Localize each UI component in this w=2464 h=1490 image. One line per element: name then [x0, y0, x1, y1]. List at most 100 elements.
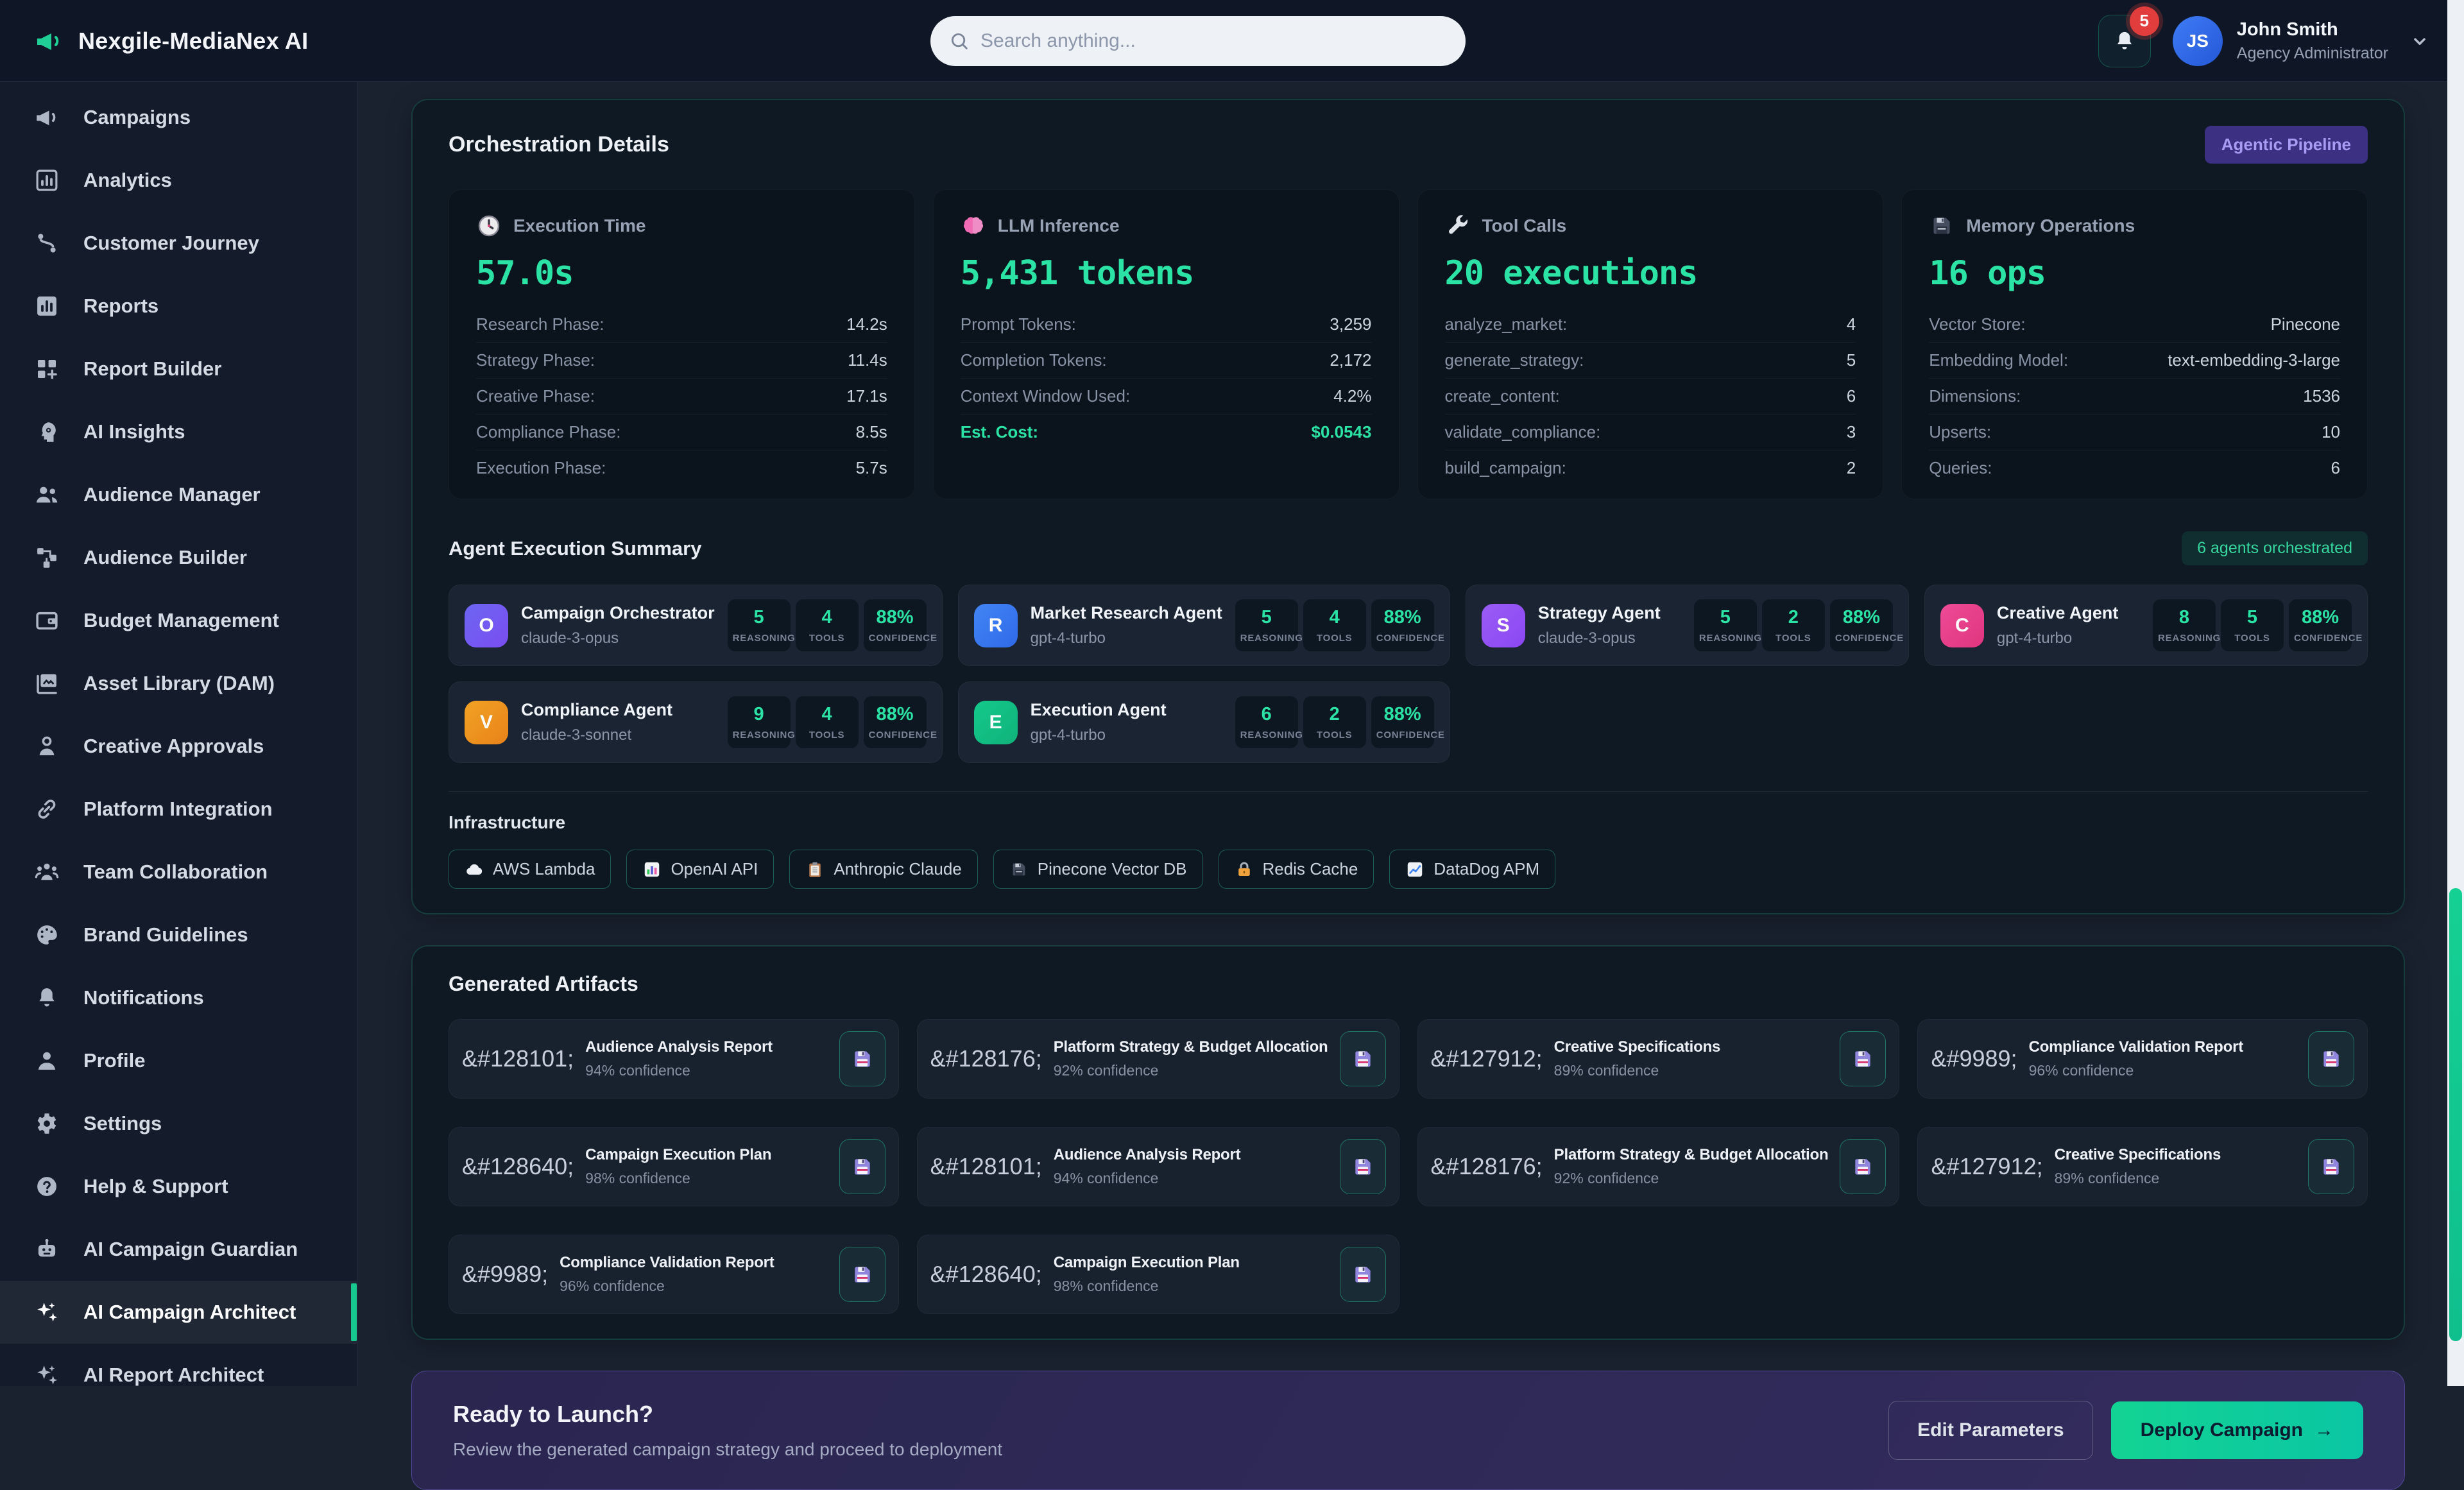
artifact-save-button[interactable]: [2308, 1031, 2354, 1086]
deploy-campaign-button[interactable]: Deploy Campaign →: [2111, 1401, 2363, 1459]
agent-initial: E: [989, 712, 1002, 733]
artifact-save-button[interactable]: [839, 1247, 886, 1302]
scrollbar-track[interactable]: [2447, 0, 2464, 1386]
megaphone-icon: [33, 26, 64, 56]
agent-stat-value: 5: [733, 607, 785, 628]
sidebar-item-help-support[interactable]: Help & Support: [0, 1155, 357, 1218]
sidebar-item-ai-campaign-architect[interactable]: AI Campaign Architect: [0, 1281, 357, 1344]
stat-card-value: 57.0s: [476, 254, 887, 293]
sidebar-item-audience-builder[interactable]: Audience Builder: [0, 526, 357, 589]
sidebar-item-team-collaboration[interactable]: Team Collaboration: [0, 841, 357, 903]
sidebar-item-profile[interactable]: Profile: [0, 1029, 357, 1092]
stat-row: Context Window Used:4.2%: [961, 379, 1372, 415]
search-input[interactable]: [980, 30, 1448, 52]
stat-row-value: 6: [1847, 386, 1856, 406]
artifact-confidence: 94% confidence: [1054, 1170, 1328, 1187]
floppy-save-icon: [1850, 1046, 1876, 1072]
deploy-campaign-label: Deploy Campaign: [2141, 1419, 2303, 1441]
artifacts-title: Generated Artifacts: [449, 972, 2368, 996]
agent-stat-value: 5: [1240, 607, 1293, 628]
launch-text: Ready to Launch? Review the generated ca…: [453, 1401, 1002, 1460]
main-content: Orchestration Details Agentic Pipeline E…: [357, 82, 2446, 1386]
artifact-glyph: &#128640;: [462, 1153, 574, 1180]
launch-subtitle: Review the generated campaign strategy a…: [453, 1439, 1002, 1460]
sidebar-item-budget-management[interactable]: Budget Management: [0, 589, 357, 652]
artifact-save-button[interactable]: [1340, 1139, 1386, 1194]
agent-stat-confidence: 88%CONFIDENCE: [864, 696, 927, 748]
sidebar-item-label: Audience Manager: [83, 483, 261, 506]
stat-row-value: 17.1s: [846, 386, 887, 406]
sidebar-item-ai-campaign-guardian[interactable]: AI Campaign Guardian: [0, 1218, 357, 1281]
sidebar-item-campaigns[interactable]: Campaigns: [0, 86, 357, 149]
sidebar-item-analytics[interactable]: Analytics: [0, 149, 357, 212]
sidebar-item-audience-manager[interactable]: Audience Manager: [0, 463, 357, 526]
agent-stat-label: REASONING: [1240, 633, 1293, 644]
agent-card-campaign-orchestrator: OCampaign Orchestratorclaude-3-opus5REAS…: [449, 585, 943, 666]
sidebar-item-settings[interactable]: Settings: [0, 1092, 357, 1155]
agent-avatar: S: [1482, 604, 1525, 647]
sidebar-item-label: AI Report Architect: [83, 1364, 264, 1386]
notifications-button[interactable]: 5: [2098, 15, 2151, 67]
artifact-card: &#127912;Creative Specifications89% conf…: [1417, 1019, 1900, 1099]
creative-approvals-icon: [33, 733, 60, 760]
artifact-glyph: &#9989;: [462, 1261, 548, 1288]
agent-stat-value: 4: [801, 607, 853, 628]
artifact-save-button[interactable]: [1340, 1247, 1386, 1302]
sidebar-item-brand-guidelines[interactable]: Brand Guidelines: [0, 903, 357, 966]
brain-icon: [961, 213, 986, 239]
artifact-save-button[interactable]: [1840, 1031, 1886, 1086]
sidebar-item-label: Campaigns: [83, 106, 191, 129]
stat-row: Creative Phase:17.1s: [476, 379, 887, 415]
artifact-save-button[interactable]: [2308, 1139, 2354, 1194]
sidebar-item-ai-insights[interactable]: AI Insights: [0, 400, 357, 463]
sidebar-item-reports[interactable]: Reports: [0, 275, 357, 338]
floppy-save-icon: [1350, 1262, 1376, 1287]
clock-icon: [476, 213, 502, 239]
sidebar-item-ai-report-architect[interactable]: AI Report Architect: [0, 1344, 357, 1386]
agent-initial: S: [1497, 615, 1510, 637]
artifact-title: Platform Strategy & Budget Allocation: [1054, 1038, 1328, 1056]
user-menu[interactable]: JS John Smith Agency Administrator: [2173, 16, 2431, 66]
audience-manager-icon: [33, 481, 60, 508]
edit-parameters-button[interactable]: Edit Parameters: [1888, 1401, 2092, 1460]
agent-stat-value: 9: [733, 704, 785, 725]
scrollbar-thumb[interactable]: [2449, 888, 2462, 1341]
agent-stat-label: CONFIDENCE: [1376, 633, 1429, 644]
stat-row-label: Est. Cost:: [961, 422, 1038, 442]
agent-card-creative-agent: CCreative Agentgpt-4-turbo8REASONING5TOO…: [1924, 585, 2368, 666]
sidebar-item-asset-library-dam[interactable]: Asset Library (DAM): [0, 652, 357, 715]
artifact-meta: Compliance Validation Report96% confiden…: [560, 1254, 827, 1295]
stat-row-value: 5: [1847, 350, 1856, 370]
stat-row: analyze_market:4: [1445, 307, 1856, 343]
artifact-glyph: &#128176;: [1431, 1153, 1543, 1180]
artifact-title: Platform Strategy & Budget Allocation: [1554, 1146, 1829, 1164]
sidebar-item-creative-approvals[interactable]: Creative Approvals: [0, 715, 357, 778]
stat-card-rows: Vector Store:PineconeEmbedding Model:tex…: [1929, 307, 2340, 486]
artifact-save-button[interactable]: [839, 1139, 886, 1194]
floppy-save-icon: [2318, 1046, 2344, 1072]
artifact-save-button[interactable]: [1840, 1139, 1886, 1194]
agent-avatar: V: [465, 701, 508, 744]
agent-stats: 8REASONING5TOOLS88%CONFIDENCE: [2153, 599, 2352, 651]
stat-row: Completion Tokens:2,172: [961, 343, 1372, 379]
stat-row: Research Phase:14.2s: [476, 307, 887, 343]
sidebar-item-label: Team Collaboration: [83, 861, 268, 884]
search-bar[interactable]: [930, 16, 1466, 66]
artifact-save-button[interactable]: [1340, 1031, 1386, 1086]
agent-card-compliance-agent: VCompliance Agentclaude-3-sonnet9REASONI…: [449, 681, 943, 763]
stat-card-execution-time: Execution Time57.0sResearch Phase:14.2sS…: [449, 189, 915, 499]
artifact-save-button[interactable]: [839, 1031, 886, 1086]
sidebar-item-customer-journey[interactable]: Customer Journey: [0, 212, 357, 275]
agent-stat-confidence: 88%CONFIDENCE: [2289, 599, 2352, 651]
agent-card-market-research-agent: RMarket Research Agentgpt-4-turbo5REASON…: [958, 585, 1450, 666]
artifact-confidence: 92% confidence: [1554, 1170, 1829, 1187]
infra-chip-datadog-apm: DataDog APM: [1389, 850, 1555, 889]
sidebar-item-report-builder[interactable]: Report Builder: [0, 338, 357, 400]
infra-chip-aws-lambda: AWS Lambda: [449, 850, 611, 889]
artifact-card: &#128176; Platform Strategy & Budget Allo…: [1417, 1127, 1900, 1206]
sidebar-item-platform-integration[interactable]: Platform Integration: [0, 778, 357, 841]
palette-icon: [33, 921, 60, 948]
agent-stat-confidence: 88%CONFIDENCE: [1371, 599, 1434, 651]
sidebar-item-notifications[interactable]: Notifications: [0, 966, 357, 1029]
stat-row-label: validate_compliance:: [1445, 422, 1601, 442]
